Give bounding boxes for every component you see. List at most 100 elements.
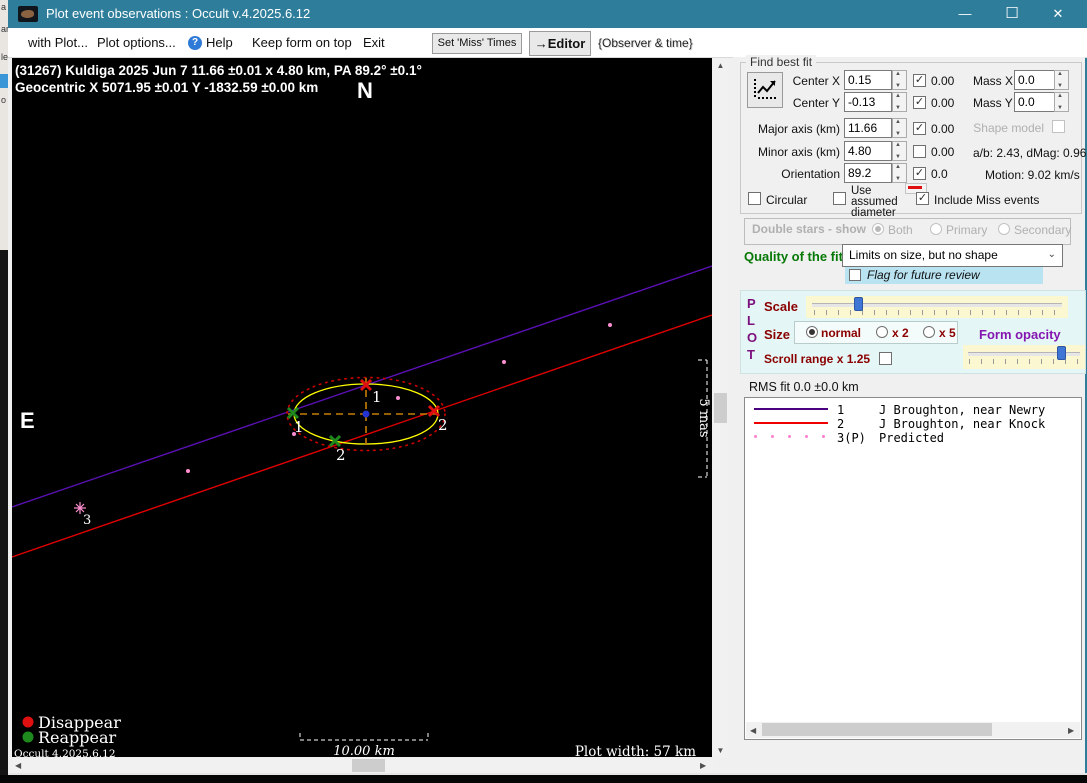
chord1-r-label: 1 <box>294 418 304 436</box>
plot-letter-o: O <box>747 330 757 345</box>
scale-slider[interactable] <box>806 296 1068 318</box>
plot-letter-p: P <box>747 296 756 311</box>
list-scroll-left-arrow[interactable]: ◀ <box>750 726 756 735</box>
scale-label: Scale <box>764 299 798 314</box>
mass-x-input[interactable] <box>1014 70 1058 90</box>
chord2-line-observed <box>12 315 712 557</box>
menu-help[interactable]: Help <box>206 35 233 50</box>
disappear-dot <box>23 717 34 728</box>
scale-thumb[interactable] <box>854 297 863 311</box>
list-hscroll-thumb[interactable] <box>762 723 992 736</box>
bg-fragment: a <box>1 2 6 12</box>
shape-model-label: Shape model <box>958 121 1044 135</box>
minor-axis-sigma: 0.00 <box>931 145 954 159</box>
circular-checkbox[interactable] <box>748 192 761 205</box>
list-hscrollbar[interactable]: ◀ ▶ <box>746 722 1080 738</box>
major-axis-input[interactable] <box>844 118 892 138</box>
center-x-input[interactable] <box>844 70 892 90</box>
center-y-spinner[interactable] <box>892 92 907 112</box>
shape-model-checkbox[interactable] <box>1052 120 1065 133</box>
list-scroll-right-arrow[interactable]: ▶ <box>1068 726 1074 735</box>
observations-list[interactable]: 1 J Broughton, near Newry 2 J Broughton,… <box>744 397 1082 740</box>
size-x2-radio[interactable] <box>876 326 888 338</box>
size-x5-radio[interactable] <box>923 326 935 338</box>
double-primary-radio[interactable] <box>930 223 942 235</box>
menu-plot-options[interactable]: Plot options... <box>97 35 176 50</box>
chord2-d-label: 2 <box>438 416 448 434</box>
mass-y-input[interactable] <box>1014 92 1058 112</box>
minor-axis-input[interactable] <box>844 141 892 161</box>
plot-hscrollbar[interactable]: ◀ ▶ <box>12 758 713 773</box>
predicted-track-dots <box>186 323 612 473</box>
size-label: Size <box>764 327 790 342</box>
version-label: Occult 4.2025.6.12 <box>14 748 116 757</box>
maximize-button[interactable]: ☐ <box>989 0 1035 28</box>
center-y-fit-checkbox[interactable] <box>913 96 926 109</box>
center-x-fit-checkbox[interactable] <box>913 74 926 87</box>
scroll-up-arrow[interactable]: ▲ <box>713 61 728 70</box>
minor-axis-label: Minor axis (km) <box>730 145 840 159</box>
editor-button[interactable]: →Editor <box>529 31 591 56</box>
minor-axis-fit-checkbox[interactable] <box>913 145 926 158</box>
chord1-reappear-marker <box>288 408 298 418</box>
flag-review-checkbox[interactable] <box>849 269 861 281</box>
plot-svg: 3 1 2 1 2 <box>12 58 712 757</box>
predicted-num: 3(P) <box>837 431 866 445</box>
scroll-down-arrow[interactable]: ▼ <box>713 746 728 755</box>
double-stars-title: Double stars - show <box>752 222 866 236</box>
chevron-down-icon: ⌄ <box>1048 249 1056 260</box>
scale-ticks <box>814 310 1062 315</box>
scale-groove <box>812 303 1062 307</box>
form-opacity-label: Form opacity <box>979 327 1061 342</box>
background-window-sliver: a ar le o <box>0 0 8 250</box>
scroll-range-label: Scroll range x 1.25 <box>764 352 870 366</box>
orientation-spinner[interactable] <box>892 163 907 183</box>
mass-y-spinner[interactable] <box>1054 92 1069 112</box>
close-button[interactable]: ✕ <box>1035 0 1081 28</box>
double-secondary-label: Secondary <box>1014 223 1071 237</box>
mass-x-label: Mass X <box>973 74 1013 88</box>
scroll-range-checkbox[interactable] <box>879 352 892 365</box>
chord1-line-observed <box>12 266 712 507</box>
scroll-right-arrow[interactable]: ▶ <box>700 761 706 770</box>
star3-label: 3 <box>83 513 91 528</box>
minimize-button[interactable]: — <box>942 0 988 28</box>
minor-axis-spinner[interactable] <box>892 141 907 161</box>
mass-x-spinner[interactable] <box>1054 70 1069 90</box>
double-secondary-radio[interactable] <box>998 223 1010 235</box>
plot-vscrollbar[interactable]: ▲ ▼ <box>713 58 728 758</box>
form-opacity-slider[interactable] <box>963 345 1085 369</box>
plot-width-label: Plot width: 57 km <box>575 744 696 757</box>
bg-fragment: o <box>1 95 6 105</box>
quality-label: Quality of the fit <box>744 249 843 264</box>
flag-review-label: Flag for future review <box>867 268 980 282</box>
size-normal-radio[interactable] <box>806 326 818 338</box>
double-both-label: Both <box>888 223 913 237</box>
double-both-radio[interactable] <box>872 223 884 235</box>
center-x-spinner[interactable] <box>892 70 907 90</box>
include-miss-checkbox[interactable] <box>916 192 929 205</box>
circular-label: Circular <box>766 193 807 207</box>
opacity-thumb[interactable] <box>1057 346 1066 360</box>
major-axis-spinner[interactable] <box>892 118 907 138</box>
orientation-fit-checkbox[interactable] <box>913 167 926 180</box>
center-y-input[interactable] <box>844 92 892 112</box>
menu-keep-on-top[interactable]: Keep form on top <box>252 35 352 50</box>
menu-exit[interactable]: Exit <box>363 35 385 50</box>
bg-fragment: ar <box>1 24 8 34</box>
ellipse-center-dot <box>363 411 370 418</box>
scroll-left-arrow[interactable]: ◀ <box>15 761 21 770</box>
plot-area[interactable]: 3 1 2 1 2 <box>12 58 712 757</box>
menu-with-plot[interactable]: with Plot... <box>28 35 88 50</box>
plot-title-line1: (31267) Kuldiga 2025 Jun 7 11.66 ±0.01 x… <box>15 63 422 78</box>
set-miss-times-button[interactable]: Set 'Miss' Times <box>432 33 522 54</box>
hscroll-thumb[interactable] <box>352 759 385 772</box>
major-axis-fit-checkbox[interactable] <box>913 122 926 135</box>
quality-select[interactable]: Limits on size, but no shape ⌄ <box>842 244 1063 267</box>
orientation-input[interactable] <box>844 163 892 183</box>
vscroll-thumb[interactable] <box>714 393 727 423</box>
chord1-d-label: 1 <box>372 388 382 406</box>
titlebar[interactable]: Plot event observations : Occult v.4.202… <box>8 0 1087 28</box>
help-icon[interactable]: ? <box>188 36 202 50</box>
use-assumed-checkbox[interactable] <box>833 192 846 205</box>
